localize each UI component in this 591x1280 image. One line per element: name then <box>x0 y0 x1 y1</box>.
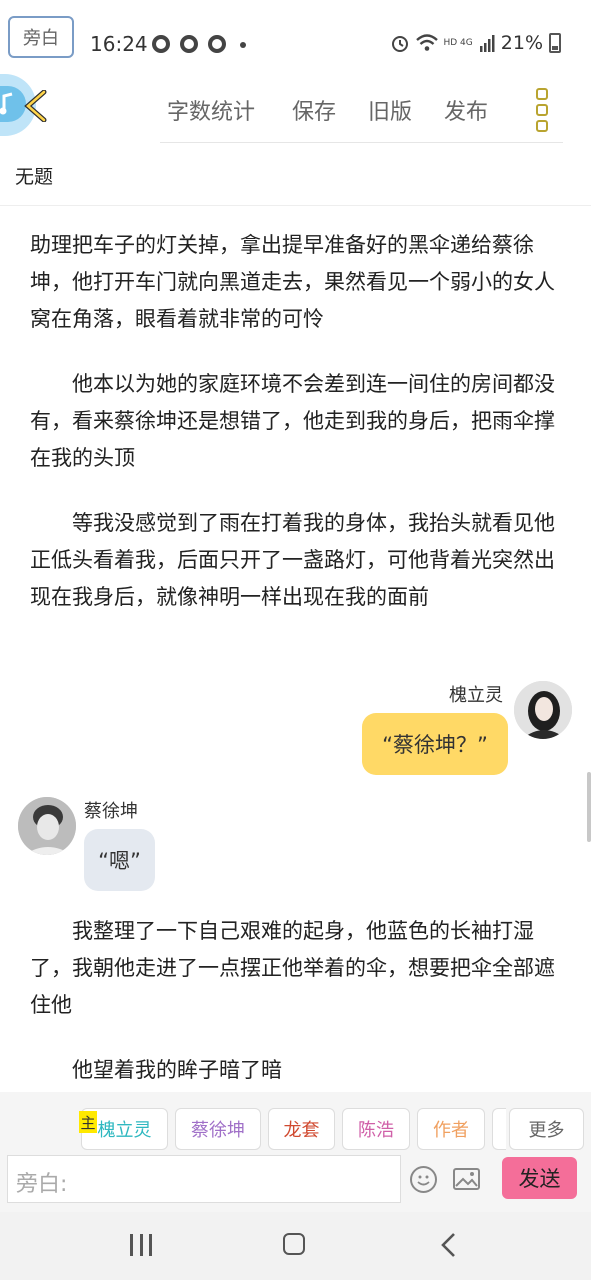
more-roles-button[interactable]: 更多 <box>509 1108 584 1150</box>
wifi-icon <box>415 34 438 51</box>
speaker-name-left: 蔡徐坤 <box>84 801 138 822</box>
role-cai-xukun[interactable]: 蔡徐坤 <box>175 1108 261 1150</box>
paragraph: 他本以为她的家庭环境不会差到连一间住的房间都没有，看来蔡徐坤还是想错了，他走到我… <box>30 372 555 470</box>
role-label: 旁白 <box>23 28 59 49</box>
speaker-name-right: 槐立灵 <box>449 685 503 706</box>
system-nav-bar <box>0 1212 591 1280</box>
emoji-icon[interactable] <box>410 1166 437 1193</box>
document-title[interactable]: 无题 <box>15 162 53 189</box>
title-divider <box>0 205 591 206</box>
avatar-huai-liling[interactable] <box>514 681 572 739</box>
signal-icon <box>479 35 495 52</box>
main-character-badge: 主 <box>79 1111 97 1133</box>
role-chen-hao[interactable]: 陈浩 <box>342 1108 410 1150</box>
editor-toolbar: 字数统计 保存 旧版 发布 <box>0 74 591 144</box>
save-button[interactable]: 保存 <box>292 94 336 126</box>
role-label: 槐立灵 <box>97 1120 152 1141</box>
role-label: 作者 <box>433 1120 469 1141</box>
back-icon[interactable] <box>440 1232 458 1258</box>
scrollbar[interactable] <box>587 772 591 842</box>
role-extra[interactable]: 龙套 <box>268 1108 335 1150</box>
role-narrator[interactable]: 旁白 <box>8 16 74 58</box>
toolbar-divider <box>160 142 563 143</box>
role-label: 龙套 <box>283 1120 320 1141</box>
status-time: 16:24 <box>90 32 148 56</box>
old-version-button[interactable]: 旧版 <box>368 94 412 126</box>
role-overflow[interactable] <box>492 1108 506 1150</box>
paragraph: 助理把车子的灯关掉，拿出提早准备好的黑伞递给蔡徐坤，他打开车门就向黑道走去，果然… <box>30 233 555 331</box>
qq-notification-icon <box>152 35 170 53</box>
qq-notification-icon <box>208 35 226 53</box>
battery-percent: 21% <box>500 32 543 54</box>
chat-bubble-left[interactable]: “嗯” <box>84 829 155 891</box>
paragraph: 等我没感觉到了雨在打着我的身体，我抬头就看见他正低头看着我，后面只开了一盏路灯，… <box>30 511 555 609</box>
send-button[interactable]: 发送 <box>502 1157 577 1199</box>
role-author[interactable]: 作者 <box>417 1108 485 1150</box>
word-count-button[interactable]: 字数统计 <box>167 94 255 126</box>
more-notifications-icon <box>240 42 246 48</box>
more-menu-icon[interactable] <box>536 88 550 132</box>
back-chevron-icon[interactable] <box>22 90 48 122</box>
paragraph: 他望着我的眸子暗了暗 <box>72 1058 282 1082</box>
alarm-icon <box>391 36 408 52</box>
role-label: 陈浩 <box>358 1120 394 1141</box>
publish-button[interactable]: 发布 <box>444 94 488 126</box>
recent-apps-icon[interactable] <box>130 1234 152 1256</box>
home-icon[interactable] <box>283 1233 305 1255</box>
paragraph: 我整理了一下自己艰难的起身，他蓝色的长袖打湿了，我朝他走进了一点摆正他举着的伞，… <box>30 919 555 1017</box>
qq-notification-icon <box>180 35 198 53</box>
image-icon[interactable] <box>453 1168 480 1190</box>
message-input[interactable]: 旁白: <box>7 1155 401 1203</box>
battery-icon <box>549 33 561 53</box>
role-label: 蔡徐坤 <box>191 1120 245 1141</box>
avatar-cai-xukun[interactable] <box>18 797 76 855</box>
chat-bubble-right[interactable]: “蔡徐坤？” <box>362 713 508 775</box>
more-label: 更多 <box>528 1120 565 1141</box>
network-type: HD 4G <box>443 38 473 48</box>
